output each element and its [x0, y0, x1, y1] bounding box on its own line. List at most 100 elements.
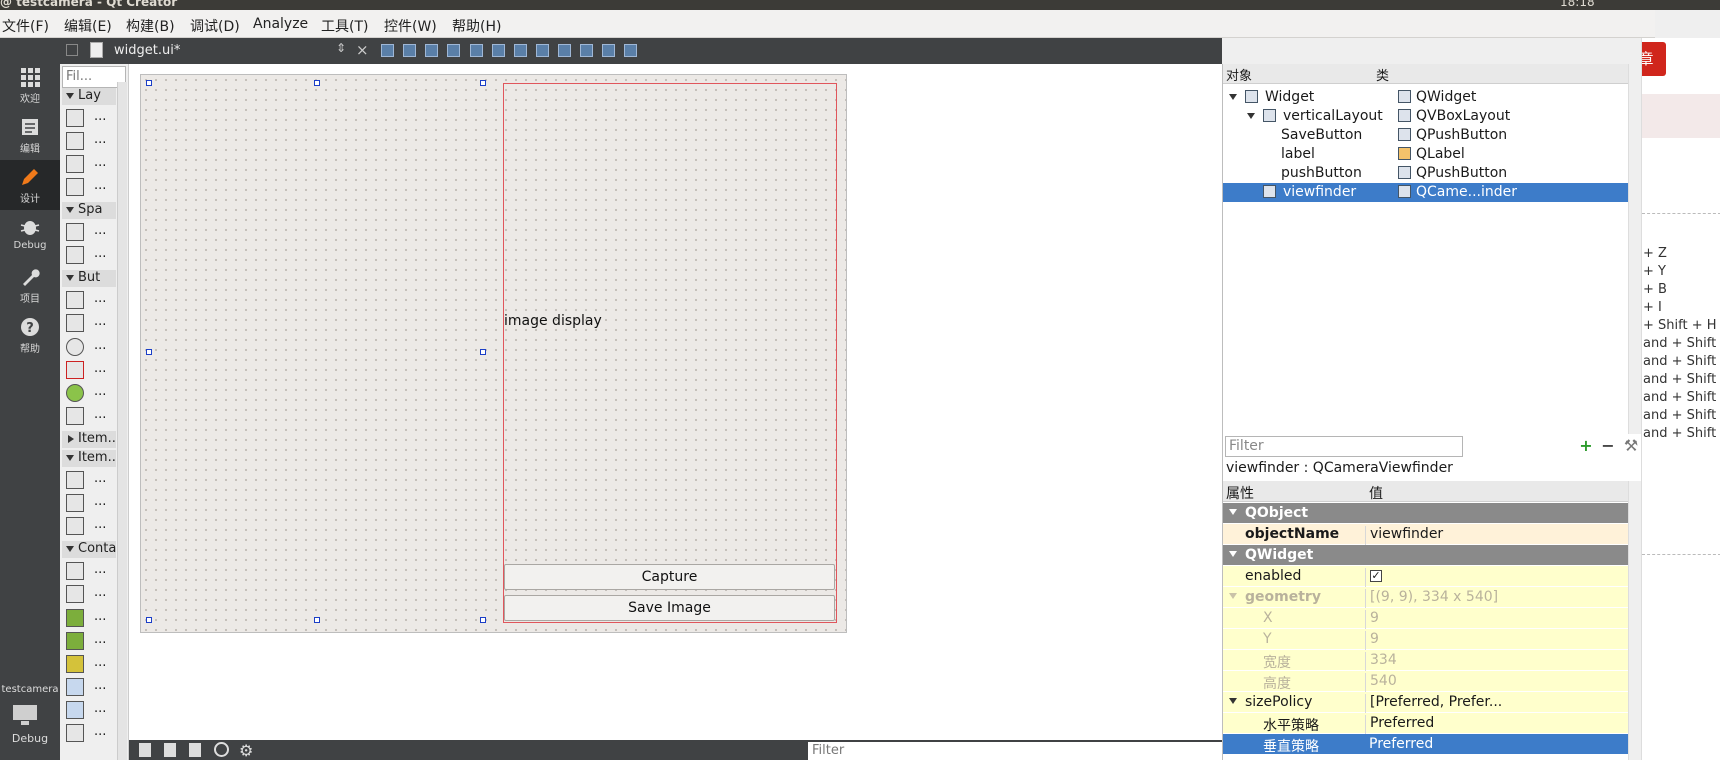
- enabled-checkbox[interactable]: ✓: [1370, 570, 1382, 582]
- widget-tool-box[interactable]: ...: [66, 607, 120, 629]
- widget-tab-widget[interactable]: ...: [66, 630, 120, 652]
- edit-signals-icon[interactable]: [403, 44, 416, 57]
- mode-welcome[interactable]: 欢迎: [0, 60, 60, 110]
- resize-handle-tr[interactable]: [480, 80, 486, 86]
- widget-tree-widget[interactable]: ...: [66, 492, 120, 514]
- widget-vertical-spacer[interactable]: ...: [66, 244, 120, 266]
- collapse-arrow-icon[interactable]: [1229, 509, 1237, 515]
- remove-property-icon[interactable]: −: [1600, 438, 1616, 454]
- copy-action-icon[interactable]: [164, 743, 176, 757]
- resize-handle-br[interactable]: [480, 617, 486, 623]
- open-file-name[interactable]: widget.ui*: [114, 43, 180, 58]
- tree-row-label[interactable]: label QLabel: [1223, 145, 1628, 164]
- tree-row-widget[interactable]: Widget QWidget: [1223, 88, 1628, 107]
- tree-row-pushbutton[interactable]: pushButton QPushButton: [1223, 164, 1628, 183]
- widget-command-link[interactable]: ...: [66, 382, 120, 404]
- capture-button[interactable]: Capture: [504, 564, 835, 590]
- mode-design[interactable]: 设计: [0, 160, 60, 210]
- menu-build[interactable]: 构建(B): [126, 16, 175, 36]
- widget-stacked-widget[interactable]: ...: [66, 653, 120, 675]
- widget-table-widget[interactable]: ...: [66, 515, 120, 537]
- splitter-vertical-icon[interactable]: [536, 44, 549, 57]
- tree-row-viewfinder[interactable]: viewfinder QCame...inder: [1223, 183, 1628, 202]
- column-property[interactable]: 属性: [1226, 483, 1254, 503]
- file-switch-icon[interactable]: ⇕: [336, 41, 346, 55]
- prop-geometry[interactable]: geometry [(9, 9), 334 x 540]: [1223, 587, 1628, 608]
- prop-sizepolicy[interactable]: sizePolicy [Preferred, Prefer...: [1223, 692, 1628, 713]
- layout-horizontal-icon[interactable]: [470, 44, 483, 57]
- widget-radio-button[interactable]: ...: [66, 336, 120, 358]
- property-editor-scrollbar[interactable]: [1628, 481, 1642, 760]
- prop-geometry-x[interactable]: X 9: [1223, 608, 1628, 629]
- property-filter-input[interactable]: Filter: [1225, 436, 1463, 457]
- widget-button-box[interactable]: ...: [66, 405, 120, 427]
- menu-help[interactable]: 帮助(H): [452, 16, 501, 36]
- delete-action-icon[interactable]: [214, 742, 229, 757]
- widget-grid-layout[interactable]: ...: [66, 153, 120, 175]
- prop-geometry-height[interactable]: 高度 540: [1223, 671, 1628, 692]
- menu-controls[interactable]: 控件(W): [384, 16, 437, 36]
- prop-geometry-y[interactable]: Y 9: [1223, 629, 1628, 650]
- layout-vertical-icon[interactable]: [492, 44, 505, 57]
- edit-tab-order-icon[interactable]: [447, 44, 460, 57]
- resize-handle-bl[interactable]: [146, 617, 152, 623]
- layout-grid-icon[interactable]: [580, 44, 593, 57]
- objectname-value[interactable]: viewfinder: [1365, 526, 1627, 545]
- column-object[interactable]: 对象: [1226, 65, 1252, 84]
- category-item-widgets[interactable]: Item...: [62, 450, 116, 467]
- widget-box-scrollbar[interactable]: [117, 82, 127, 760]
- layout-form-icon[interactable]: [558, 44, 571, 57]
- prop-geometry-width[interactable]: 宽度 334: [1223, 650, 1628, 671]
- widget-group-box[interactable]: ...: [66, 560, 120, 582]
- new-action-icon[interactable]: [139, 743, 151, 757]
- menu-tools[interactable]: 工具(T): [321, 16, 368, 36]
- resize-handle-mr[interactable]: [480, 349, 486, 355]
- menu-debug[interactable]: 调试(D): [190, 16, 240, 36]
- mode-debug[interactable]: Debug: [0, 210, 60, 260]
- resize-handle-tc[interactable]: [314, 80, 320, 86]
- tree-row-savebutton[interactable]: SaveButton QPushButton: [1223, 126, 1628, 145]
- widget-scroll-area[interactable]: ...: [66, 583, 120, 605]
- edit-buddies-icon[interactable]: [425, 44, 438, 57]
- expand-arrow-icon[interactable]: [1229, 593, 1237, 599]
- resize-handle-tl[interactable]: [146, 80, 152, 86]
- group-qwidget[interactable]: QWidget: [1223, 545, 1628, 566]
- kit-selector[interactable]: Debug: [0, 700, 60, 754]
- close-file-icon[interactable]: ×: [356, 41, 369, 59]
- save-image-button[interactable]: Save Image: [504, 595, 835, 621]
- splitter-horizontal-icon[interactable]: [514, 44, 527, 57]
- category-containers[interactable]: Conta: [62, 541, 116, 558]
- adjust-size-icon[interactable]: [624, 44, 637, 57]
- group-qobject[interactable]: QObject: [1223, 503, 1628, 524]
- category-layouts[interactable]: Lay: [62, 88, 116, 105]
- widget-check-box[interactable]: ...: [66, 359, 120, 381]
- column-value[interactable]: 值: [1369, 483, 1383, 503]
- action-filter-input[interactable]: Filter: [808, 742, 1222, 760]
- expand-arrow-icon[interactable]: [1229, 698, 1237, 704]
- menu-file[interactable]: 文件(F): [2, 16, 49, 36]
- menu-analyze[interactable]: Analyze: [253, 16, 308, 32]
- expand-arrow-icon[interactable]: [1229, 94, 1237, 100]
- mode-help[interactable]: ? 帮助: [0, 310, 60, 360]
- red-action-button[interactable]: 章: [1642, 42, 1666, 76]
- widget-form-layout[interactable]: ...: [66, 176, 120, 198]
- widget-tool-button[interactable]: ...: [66, 312, 120, 334]
- prop-horizontal-policy[interactable]: 水平策略 Preferred: [1223, 713, 1628, 734]
- object-inspector-scrollbar[interactable]: [1628, 64, 1642, 434]
- column-class[interactable]: 类: [1376, 65, 1389, 84]
- resize-handle-bc[interactable]: [314, 617, 320, 623]
- category-buttons[interactable]: But: [62, 270, 116, 287]
- widget-horizontal-spacer[interactable]: ...: [66, 221, 120, 243]
- add-property-icon[interactable]: +: [1578, 438, 1594, 454]
- configure-wrench-icon[interactable]: ⚒: [1623, 438, 1639, 454]
- image-display-label[interactable]: image display: [504, 313, 602, 329]
- widget-push-button[interactable]: ...: [66, 289, 120, 311]
- prop-vertical-policy[interactable]: 垂直策略 Preferred: [1223, 734, 1628, 755]
- mode-projects[interactable]: 项目: [0, 260, 60, 310]
- collapse-arrow-icon[interactable]: [1229, 551, 1237, 557]
- prop-enabled[interactable]: enabled ✓: [1223, 566, 1628, 587]
- widget-list-widget[interactable]: ...: [66, 469, 120, 491]
- category-item-views[interactable]: Item...: [62, 431, 116, 448]
- settings-gear-icon[interactable]: ⚙: [239, 741, 253, 760]
- expand-arrow-icon[interactable]: [1247, 113, 1255, 119]
